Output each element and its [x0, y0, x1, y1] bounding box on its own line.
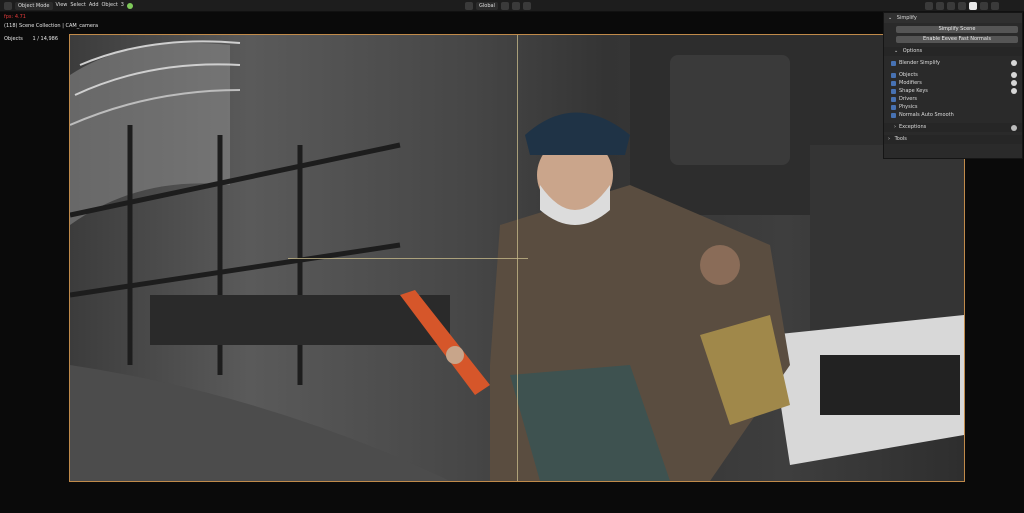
panel-header[interactable]: ⌄ Simplify	[884, 13, 1022, 23]
overlay-icon[interactable]	[936, 1, 944, 10]
enable-eevee-fast-normals-button[interactable]: Enable Eevee Fast Normals	[896, 36, 1018, 43]
gear-icon[interactable]	[1011, 72, 1017, 78]
checkbox-icon[interactable]	[891, 60, 896, 66]
blender-icon	[126, 2, 133, 9]
xray-icon[interactable]	[947, 1, 955, 10]
blender-simplify-row[interactable]: Blender Simplify	[884, 59, 1022, 67]
chevron-right-icon: ›	[888, 136, 890, 142]
checkbox-icon[interactable]	[891, 112, 896, 118]
viewport-header: Object Mode View Select Add Object 3 Glo…	[0, 0, 1024, 12]
option-label: Drivers	[899, 96, 917, 102]
checkbox-icon[interactable]	[891, 104, 896, 110]
collapse-icon: ⌄	[888, 15, 893, 21]
gear-icon[interactable]	[1011, 88, 1017, 94]
option-modifiers[interactable]: Modifiers	[884, 79, 1022, 87]
checkbox-icon[interactable]	[891, 96, 896, 102]
wireframe-shading-icon[interactable]	[958, 1, 966, 10]
objects-stat: Objects 1 / 14,986	[4, 36, 58, 42]
menu-add[interactable]: Add	[89, 0, 99, 11]
snap-icon[interactable]	[511, 1, 520, 10]
rendered-shading-icon[interactable]	[991, 1, 999, 10]
exceptions-subheader[interactable]: › Exceptions	[884, 123, 1022, 132]
objects-value: 1 / 14,986	[32, 36, 59, 42]
scene-collection-info: (118) Scene Collection | CAM_camera	[4, 23, 99, 29]
help-icon[interactable]	[1011, 124, 1017, 131]
mode-selector[interactable]: Object Mode	[15, 1, 53, 10]
simplify-scene-button[interactable]: Simplify Scene	[896, 26, 1018, 33]
option-normals-auto-smooth[interactable]: Normals Auto Smooth	[884, 111, 1022, 119]
menu-object[interactable]: Object	[102, 0, 118, 11]
option-physics[interactable]: Physics	[884, 103, 1022, 111]
orientation-selector[interactable]: Global	[476, 1, 498, 10]
composition-guide-horizontal	[288, 258, 528, 259]
simplify-panel: ⌄ Simplify Simplify Scene Enable Eevee F…	[883, 12, 1023, 159]
pivot-icon[interactable]	[500, 1, 509, 10]
tools-subheader[interactable]: › Tools	[884, 135, 1022, 144]
editor-type-icon[interactable]	[4, 1, 12, 10]
panel-title: Simplify	[896, 15, 917, 21]
3d-viewport[interactable]: fps: 4.71 (118) Scene Collection | CAM_c…	[0, 12, 1024, 513]
object-count: 3	[120, 2, 124, 8]
proportional-icon[interactable]	[522, 1, 531, 10]
chevron-right-icon: ›	[894, 124, 896, 130]
checkbox-icon[interactable]	[891, 88, 896, 94]
checkbox-icon[interactable]	[891, 72, 896, 78]
option-label: Shape Keys	[899, 88, 928, 94]
menu-select[interactable]: Select	[70, 0, 85, 11]
transform-icon[interactable]	[465, 1, 473, 10]
option-label: Modifiers	[899, 80, 922, 86]
objects-label: Objects	[4, 36, 23, 42]
options-label: Options	[902, 48, 923, 54]
option-drivers[interactable]: Drivers	[884, 95, 1022, 103]
solid-shading-icon[interactable]	[969, 1, 977, 10]
options-subheader[interactable]: ⌄ Options	[884, 47, 1022, 56]
gear-icon[interactable]	[1011, 80, 1017, 86]
exceptions-label: Exceptions	[899, 124, 927, 130]
option-shape-keys[interactable]: Shape Keys	[884, 87, 1022, 95]
options-collapse-icon: ⌄	[894, 48, 899, 54]
checkbox-icon[interactable]	[891, 80, 896, 86]
tools-label: Tools	[894, 136, 907, 142]
gear-icon[interactable]	[1011, 60, 1017, 66]
blender-simplify-label: Blender Simplify	[899, 60, 940, 66]
option-label: Normals Auto Smooth	[899, 112, 954, 118]
option-label: Objects	[899, 72, 918, 78]
menu-view[interactable]: View	[56, 0, 68, 11]
camera-frame	[69, 34, 965, 482]
option-label: Physics	[899, 104, 918, 110]
fps-counter: fps: 4.71	[4, 14, 26, 20]
material-shading-icon[interactable]	[980, 1, 988, 10]
option-objects[interactable]: Objects	[884, 71, 1022, 79]
gizmo-icon[interactable]	[925, 1, 933, 10]
